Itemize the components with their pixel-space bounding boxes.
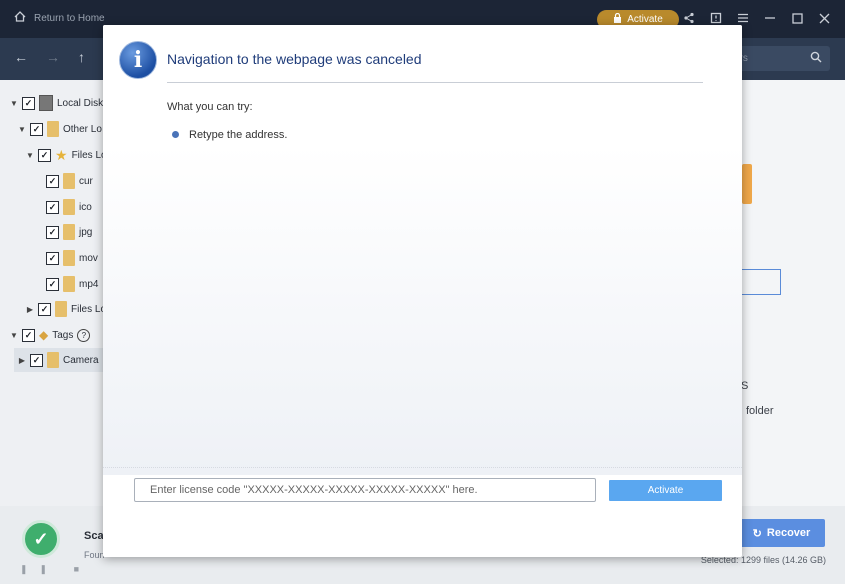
- webview-error-page: i Navigation to the webpage was canceled…: [103, 25, 742, 475]
- folder-icon: [63, 199, 75, 215]
- expand-down-icon[interactable]: ▼: [18, 125, 26, 134]
- tree-item-label: cur: [79, 175, 93, 187]
- scan-complete-check-icon: ✓: [22, 520, 60, 558]
- orange-element-partial: [742, 164, 752, 204]
- checkbox[interactable]: ✓: [22, 328, 35, 342]
- tree-item-label: Local Disk(: [57, 97, 107, 109]
- tree-item-tags[interactable]: ▼ ✓ ◆ Tags ?: [10, 326, 91, 344]
- tree-item-camera[interactable]: ▶ ✓ Camera: [18, 351, 99, 369]
- tree-item-other-lost[interactable]: ▼ ✓ Other Lo: [18, 120, 102, 138]
- checkbox[interactable]: ✓: [46, 277, 59, 291]
- tree-item-ico[interactable]: ✓ ico: [46, 198, 92, 216]
- retype-address-suggestion: Retype the address.: [189, 129, 288, 141]
- info-icon: i: [119, 41, 157, 79]
- expand-down-icon[interactable]: ▼: [10, 99, 18, 108]
- folder-icon: [55, 301, 67, 317]
- checkbox[interactable]: ✓: [38, 302, 51, 316]
- tree-item-label: Files Lo: [71, 303, 107, 315]
- tree-item-label: Tags: [52, 329, 74, 341]
- close-icon[interactable]: [817, 10, 831, 26]
- star-icon: ★: [55, 147, 68, 163]
- recover-icon: ↻: [752, 527, 762, 540]
- tree-item-label: jpg: [79, 226, 93, 238]
- menu-icon[interactable]: [736, 10, 750, 26]
- folder-icon: [63, 224, 75, 240]
- found-files-label: Foun: [84, 550, 105, 560]
- outlined-field-partial[interactable]: [742, 269, 781, 295]
- activate-button[interactable]: Activate: [609, 480, 722, 501]
- expand-down-icon[interactable]: ▼: [26, 151, 34, 160]
- folder-icon: [63, 173, 75, 189]
- checkbox[interactable]: ✓: [46, 200, 59, 214]
- what-you-can-try-label: What you can try:: [167, 101, 253, 113]
- checkbox[interactable]: ✓: [46, 174, 59, 188]
- expand-right-icon[interactable]: ▶: [26, 305, 34, 314]
- tree-item-mp4[interactable]: ✓ mp4: [46, 275, 98, 293]
- feedback-icon[interactable]: [709, 10, 723, 26]
- tree-item-files-lost-2[interactable]: ▶ ✓ Files Lo: [26, 300, 106, 318]
- tree-item-jpg[interactable]: ✓ jpg: [46, 223, 92, 241]
- disk-icon: [39, 95, 53, 111]
- folder-icon: [63, 276, 75, 292]
- forward-arrow-icon[interactable]: →: [46, 49, 60, 65]
- tree-item-label: mp4: [79, 278, 99, 290]
- partial-text-s: S: [741, 380, 749, 392]
- activate-top-label: Activate: [627, 14, 663, 25]
- scan-status-label: Sca: [84, 530, 104, 542]
- expand-right-icon[interactable]: ▶: [18, 356, 26, 365]
- recover-label: Recover: [766, 527, 811, 539]
- checkbox[interactable]: ✓: [46, 251, 59, 265]
- tree-item-files-lost[interactable]: ▼ ✓ ★ Files Lo: [26, 146, 107, 164]
- minimize-icon[interactable]: [763, 10, 777, 26]
- folder-tree: ▼ ✓ Local Disk( ▼ ✓ Other Lo ▼ ✓ ★ Files…: [0, 80, 107, 506]
- folder-icon: [47, 121, 59, 137]
- maximize-icon[interactable]: [790, 10, 804, 26]
- back-arrow-icon[interactable]: ←: [14, 49, 28, 65]
- error-title: Navigation to the webpage was canceled: [167, 51, 422, 67]
- checkbox[interactable]: ✓: [30, 353, 43, 367]
- tree-item-label: Other Lo: [63, 123, 102, 135]
- search-icon[interactable]: [810, 51, 822, 66]
- bullet-icon: [172, 131, 179, 138]
- return-home-button[interactable]: Return to Home: [14, 11, 105, 25]
- folder-icon: [47, 352, 59, 368]
- footer-divider: [103, 467, 742, 469]
- home-icon: [14, 11, 26, 25]
- partial-text-folder: folder: [746, 405, 774, 417]
- tag-icon: ◆: [39, 328, 49, 342]
- tree-item-label: Files Lo: [71, 149, 107, 161]
- pause-stop-icons[interactable]: ❚❚ ■: [20, 564, 91, 575]
- title-divider: [167, 82, 703, 83]
- checkbox[interactable]: ✓: [22, 96, 35, 110]
- checkbox[interactable]: ✓: [30, 122, 43, 136]
- share-icon[interactable]: [682, 10, 696, 26]
- help-icon[interactable]: ?: [77, 328, 91, 342]
- folder-icon: [63, 250, 75, 266]
- checkbox[interactable]: ✓: [38, 148, 51, 162]
- tree-item-label: ico: [79, 201, 92, 213]
- recover-button[interactable]: ↻ Recover: [738, 519, 825, 547]
- tree-item-cur[interactable]: ✓ cur: [46, 172, 93, 190]
- tree-item-label: Camera: [63, 354, 99, 366]
- checkbox[interactable]: ✓: [46, 225, 59, 239]
- activation-dialog: i Navigation to the webpage was canceled…: [103, 25, 742, 557]
- license-code-input[interactable]: [134, 478, 596, 502]
- up-arrow-icon[interactable]: ↑: [78, 49, 85, 65]
- tree-item-mov[interactable]: ✓ mov: [46, 249, 98, 267]
- tree-item-local-disk[interactable]: ▼ ✓ Local Disk(: [10, 94, 106, 112]
- return-home-label: Return to Home: [34, 12, 105, 24]
- tree-item-label: mov: [79, 252, 98, 264]
- expand-down-icon[interactable]: ▼: [10, 331, 18, 340]
